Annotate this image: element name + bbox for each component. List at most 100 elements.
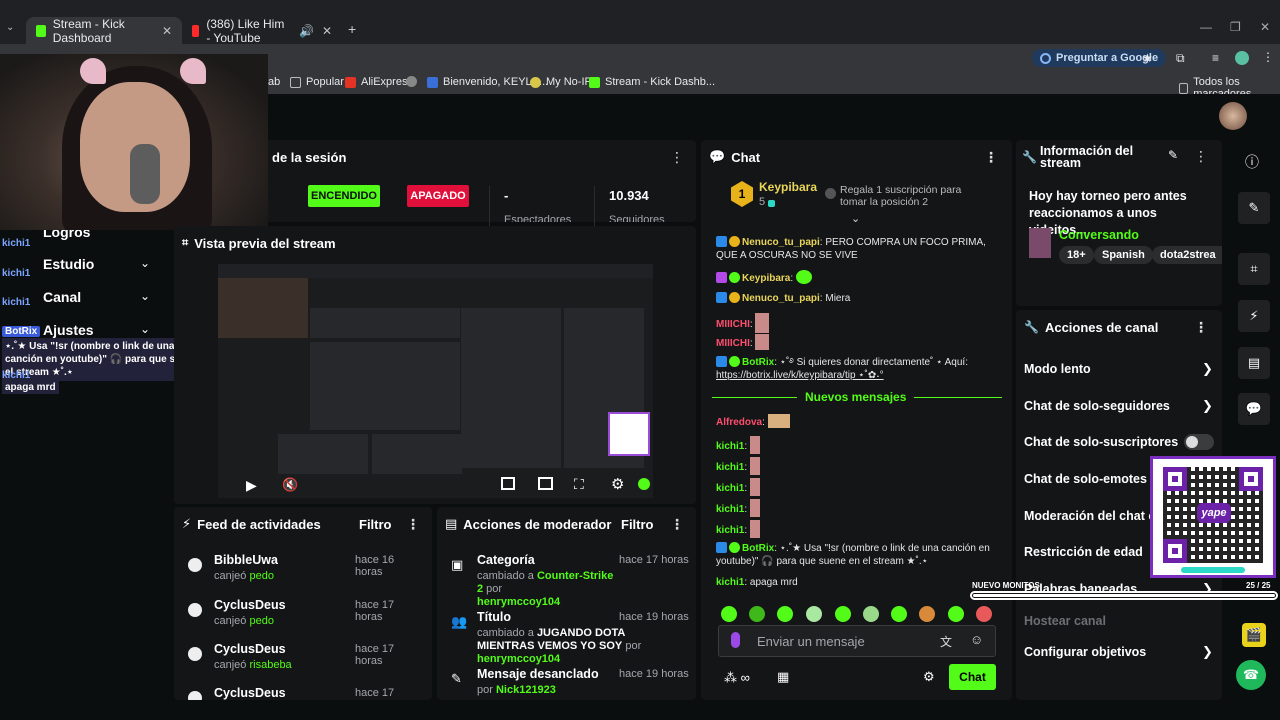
close-icon[interactable]: ✕ <box>162 24 172 38</box>
minimize-button[interactable]: — <box>1200 20 1212 34</box>
emotes-only-item[interactable]: Chat de solo-emotes <box>1024 472 1147 486</box>
chat-username[interactable]: Alfredova <box>716 417 762 428</box>
more-icon[interactable]: ⋮ <box>670 516 684 533</box>
tab-search-button[interactable]: ⌄ <box>6 22 20 36</box>
emote-button[interactable] <box>749 606 765 622</box>
bookmark-noip[interactable]: My No-IP <box>530 76 592 88</box>
pencil-icon[interactable]: ✎ <box>1238 192 1270 224</box>
more-icon[interactable]: ⋮ <box>406 516 420 533</box>
play-icon[interactable]: ▶ <box>246 477 257 494</box>
chat-bubble-icon[interactable]: 💬 <box>1238 393 1270 425</box>
followers-only-item[interactable]: Chat de solo-seguidores <box>1024 399 1170 413</box>
pip-icon[interactable] <box>501 477 515 490</box>
support-icon[interactable]: ☎ <box>1236 660 1266 690</box>
emote-button[interactable] <box>863 606 879 622</box>
edit-icon[interactable]: ✎ <box>1168 148 1178 162</box>
star-icon[interactable]: ★ <box>1142 51 1153 65</box>
chevron-down-icon[interactable]: ⌄ <box>140 289 150 303</box>
close-icon[interactable]: ✕ <box>322 24 332 38</box>
menu-icon[interactable]: ⋮ <box>1262 50 1274 64</box>
bookmark-partial[interactable]: ab <box>268 76 280 88</box>
chat-username[interactable]: kichi1 <box>716 525 744 536</box>
chat-username[interactable]: Nenuco_tu_papi <box>742 237 820 248</box>
chat-username[interactable]: Keypibara <box>742 273 790 284</box>
new-tab-button[interactable]: + <box>348 21 356 37</box>
user-avatar[interactable] <box>1219 102 1247 130</box>
chat-input-placeholder[interactable]: Enviar un mensaje <box>757 634 865 649</box>
list-icon[interactable]: ▤ <box>1238 347 1270 379</box>
points-icon[interactable]: ⁂ ∞ <box>724 670 750 686</box>
bookmark-popular[interactable]: Popular <box>290 76 344 88</box>
chevron-down-icon[interactable]: ⌄ <box>851 212 860 225</box>
slow-mode-item[interactable]: Modo lento <box>1024 362 1091 376</box>
new-messages-label[interactable]: Nuevos mensajes <box>797 390 915 404</box>
extensions-icon[interactable]: ⧉ <box>1176 51 1185 66</box>
emote-button[interactable] <box>891 606 907 622</box>
emote-button[interactable] <box>777 606 793 622</box>
subscribers-only-item[interactable]: Chat de solo-suscriptores <box>1024 435 1178 449</box>
configure-goals-item[interactable]: Configurar objetivos <box>1024 645 1146 659</box>
tag-pill[interactable]: dota2strea <box>1152 246 1222 264</box>
nav-estudio[interactable]: Estudio <box>43 256 94 272</box>
send-chat-button[interactable]: Chat <box>949 664 996 690</box>
chat-username[interactable]: BotRix <box>742 543 774 554</box>
more-icon[interactable]: ⋮ <box>670 149 684 166</box>
subscribers-only-toggle[interactable] <box>1184 434 1214 450</box>
emoji-icon[interactable]: ☺ <box>970 632 983 647</box>
lightning-icon[interactable]: ⚡ <box>1238 300 1270 332</box>
camera-icon[interactable]: ⌗ <box>1238 253 1270 285</box>
more-icon[interactable]: ⋮ <box>1194 319 1208 336</box>
emote-button[interactable] <box>806 606 822 622</box>
profile-avatar[interactable] <box>1235 51 1249 65</box>
fullscreen-icon[interactable]: ⛶ <box>574 476 584 493</box>
leader-name[interactable]: Keypibara <box>759 180 817 194</box>
status-on-badge[interactable]: ENCENDIDO <box>308 185 380 207</box>
chevron-right-icon[interactable]: ❯ <box>1202 398 1213 414</box>
chat-username[interactable]: BotRix <box>742 357 774 368</box>
store-icon[interactable]: ▦ <box>777 669 789 685</box>
emote-button[interactable] <box>976 606 992 622</box>
emote-button[interactable] <box>721 606 737 622</box>
chat-username[interactable]: kichi1 <box>716 577 744 588</box>
chevron-right-icon[interactable]: ❯ <box>1202 361 1213 377</box>
chat-username[interactable]: kichi1 <box>716 462 744 473</box>
age-restriction-item[interactable]: Restricción de edad <box>1024 545 1143 559</box>
clapper-icon[interactable]: 🎬 <box>1242 623 1266 647</box>
category-link[interactable]: Conversando <box>1059 228 1139 242</box>
speaker-icon[interactable]: 🔊 <box>299 24 314 38</box>
bookmark-kick[interactable]: Stream - Kick Dashb... <box>589 76 715 88</box>
tab-youtube[interactable]: (386) Like Him - YouTube 🔊 ✕ <box>182 17 342 45</box>
filter-button[interactable]: Filtro <box>621 517 654 532</box>
settings-icon[interactable]: ⚙ <box>611 475 624 493</box>
chat-username[interactable]: kichi1 <box>716 441 744 452</box>
status-off-button[interactable]: APAGADO <box>407 185 469 207</box>
tag-pill[interactable]: Spanish <box>1094 246 1153 264</box>
chevron-right-icon[interactable]: ❯ <box>1202 644 1213 660</box>
mod-user-link[interactable]: henrymccoy104 <box>477 653 560 665</box>
chat-link[interactable]: https://botrix.live/k/keypibara/tip ⋆˚✿˖… <box>716 370 884 381</box>
mod-user-link[interactable]: henrymccoy104 <box>477 596 560 608</box>
chat-username[interactable]: Nenuco_tu_papi <box>742 293 820 304</box>
translate-icon[interactable]: 文 <box>940 633 952 650</box>
emote-button[interactable] <box>919 606 935 622</box>
tab-kick-dashboard[interactable]: Stream - Kick Dashboard ✕ <box>26 17 182 45</box>
chat-username[interactable]: MIIICHI <box>716 338 750 349</box>
stream-preview-video[interactable] <box>218 264 653 498</box>
gift-sub-text[interactable]: Regala 1 suscripción para tomar la posic… <box>840 184 970 208</box>
emote-button[interactable] <box>835 606 851 622</box>
close-window-button[interactable]: ✕ <box>1260 20 1270 34</box>
theater-icon[interactable] <box>538 477 553 490</box>
mod-user-link[interactable]: Nick121923 <box>496 684 556 696</box>
mute-icon[interactable]: 🔇 <box>282 477 298 493</box>
chevron-down-icon[interactable]: ⌄ <box>140 256 150 270</box>
more-icon[interactable]: ⋮ <box>984 149 998 166</box>
chat-settings-icon[interactable]: ⚙ <box>923 669 935 685</box>
nav-canal[interactable]: Canal <box>43 289 81 305</box>
chat-username[interactable]: kichi1 <box>716 504 744 515</box>
chat-username[interactable]: MIIICHI <box>716 319 750 330</box>
bookmark-aliexpress[interactable]: AliExpress <box>345 76 413 88</box>
chat-moderation-item[interactable]: Moderación del chat c <box>1024 509 1155 523</box>
media-icon[interactable]: ≡ <box>1212 51 1219 65</box>
filter-button[interactable]: Filtro <box>359 517 392 532</box>
emote-button[interactable] <box>948 606 964 622</box>
